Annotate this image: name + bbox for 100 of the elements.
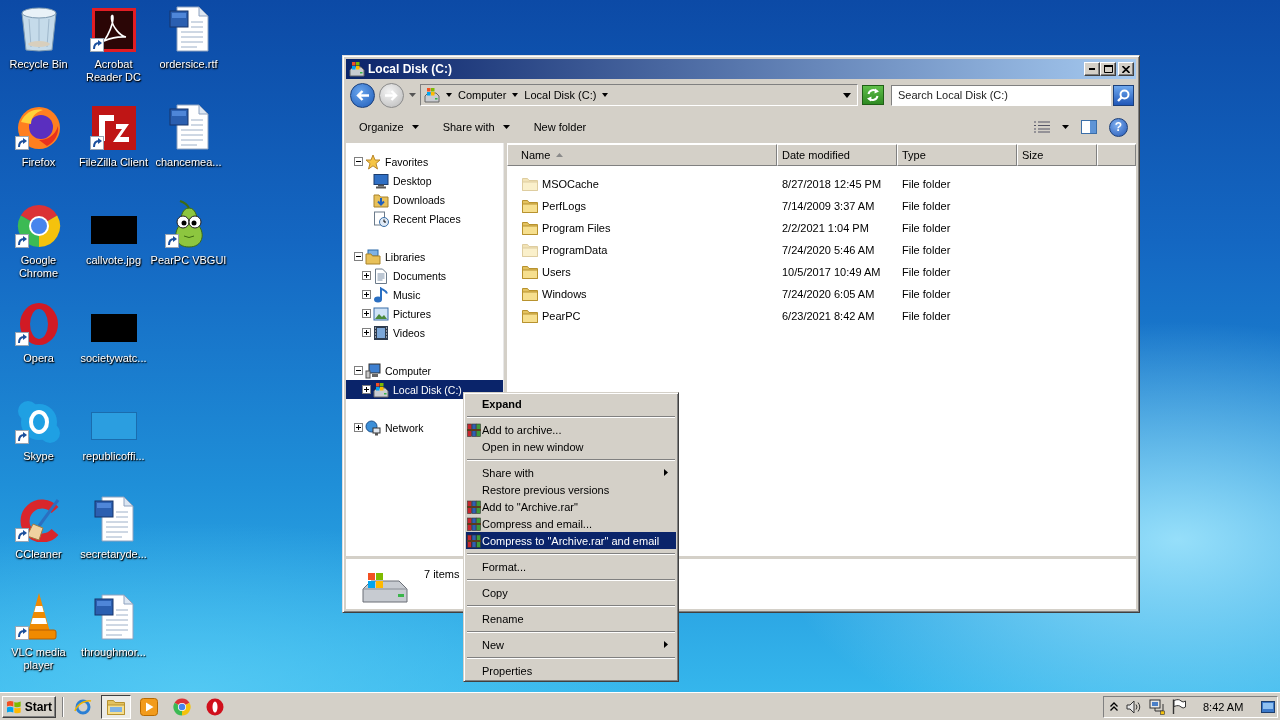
icon-item[interactable]: chancemea... bbox=[150, 102, 227, 169]
column-header[interactable]: Size bbox=[1017, 144, 1097, 166]
network-icon[interactable] bbox=[1149, 698, 1165, 715]
icon-item[interactable]: Skype bbox=[0, 396, 77, 463]
icon-item[interactable]: Opera bbox=[0, 298, 77, 365]
preview-pane-button[interactable] bbox=[1081, 117, 1097, 137]
file-row[interactable]: Windows 7/24/2020 6:05 AM File folder bbox=[507, 283, 1136, 305]
start-button[interactable]: Start bbox=[2, 695, 56, 718]
file-row[interactable]: ProgramData 7/24/2020 5:46 AM File folder bbox=[507, 239, 1136, 261]
file-row[interactable]: Program Files 2/2/2021 1:04 PM File folder bbox=[507, 217, 1136, 239]
breadcrumb[interactable]: Computer bbox=[458, 89, 507, 101]
clock[interactable]: 8:42 AM bbox=[1203, 700, 1244, 713]
search-button[interactable] bbox=[1113, 84, 1134, 106]
close-button[interactable] bbox=[1118, 62, 1134, 76]
tree-item[interactable]: Favorites bbox=[346, 152, 503, 171]
menu-item[interactable]: Copy bbox=[466, 584, 676, 601]
icon-item[interactable]: Recycle Bin bbox=[0, 4, 77, 71]
file-name: Windows bbox=[542, 288, 587, 300]
icon-item[interactable]: republicoffi... bbox=[75, 396, 152, 463]
file-row[interactable]: PearPC 6/23/2021 8:42 AM File folder bbox=[507, 305, 1136, 327]
collapse-toggle[interactable] bbox=[354, 366, 363, 375]
expand-toggle[interactable] bbox=[362, 385, 371, 394]
menu-item[interactable]: Properties bbox=[466, 662, 676, 679]
chevron-up-icon bbox=[1110, 702, 1118, 711]
menu-item[interactable]: Rename bbox=[466, 610, 676, 627]
network-globe-icon bbox=[365, 419, 381, 436]
expand-toggle[interactable] bbox=[362, 309, 371, 318]
expand-toggle[interactable] bbox=[362, 328, 371, 337]
modified-date: 7/14/2009 3:37 AM bbox=[781, 200, 876, 212]
caret-icon bbox=[1062, 125, 1069, 129]
search-field[interactable]: Search Local Disk (C:) bbox=[891, 84, 1111, 106]
menu-item[interactable]: Format... bbox=[466, 558, 676, 575]
maximize-icon bbox=[1103, 65, 1113, 73]
menu-item[interactable]: Compress and email... bbox=[466, 515, 676, 532]
image-thumbnail-icon bbox=[90, 216, 137, 244]
modified-date: 8/27/2018 12:45 PM bbox=[781, 178, 883, 190]
tree-item[interactable]: Recent Places bbox=[346, 209, 503, 228]
expand-toggle[interactable] bbox=[362, 271, 371, 280]
tree-item[interactable]: Videos bbox=[346, 323, 503, 342]
icon-item[interactable]: Acrobat Reader DC bbox=[75, 4, 152, 84]
minimize-icon bbox=[1089, 68, 1095, 70]
breadcrumb-arrow-icon[interactable] bbox=[446, 93, 452, 97]
collapse-toggle[interactable] bbox=[354, 252, 363, 261]
word-document-icon bbox=[168, 6, 209, 52]
toolbar-button[interactable]: New folder bbox=[525, 118, 595, 136]
menu-item[interactable]: Open in new window bbox=[466, 438, 676, 455]
library-folder-icon bbox=[365, 248, 381, 265]
collapse-toggle[interactable] bbox=[354, 157, 363, 166]
flag-icon[interactable] bbox=[1172, 699, 1186, 714]
breadcrumb[interactable]: Local Disk (C:) bbox=[524, 89, 597, 101]
file-row[interactable]: Users 10/5/2017 10:49 AM File folder bbox=[507, 261, 1136, 283]
maximize-button[interactable] bbox=[1100, 62, 1116, 76]
column-header[interactable]: Type bbox=[897, 144, 1017, 166]
browser-logo-icon bbox=[173, 697, 191, 716]
icon-item[interactable]: Firefox bbox=[0, 102, 77, 169]
file-name: MSOCache bbox=[542, 178, 599, 190]
file-name: Program Files bbox=[542, 222, 611, 234]
ring-logo-icon bbox=[206, 697, 224, 716]
speaker-icon[interactable] bbox=[1126, 699, 1142, 714]
icon-item[interactable]: ordersice.rtf bbox=[150, 4, 227, 71]
menu-item[interactable]: New bbox=[466, 636, 676, 653]
file-row[interactable]: MSOCache 8/27/2018 12:45 PM File folder bbox=[507, 173, 1136, 195]
menu-item[interactable]: Share with bbox=[466, 464, 676, 481]
icon-item[interactable]: societywatc... bbox=[75, 298, 152, 365]
icon-item[interactable]: FileZilla Client bbox=[75, 102, 152, 169]
tree-item[interactable]: Desktop bbox=[346, 171, 503, 190]
show-desktop-button[interactable] bbox=[1261, 700, 1275, 713]
back-button[interactable] bbox=[350, 82, 375, 108]
tree-item[interactable]: Computer bbox=[346, 361, 503, 380]
refresh-button[interactable] bbox=[862, 85, 884, 105]
file-type: File folder bbox=[901, 200, 952, 212]
tree-item[interactable]: Music bbox=[346, 285, 503, 304]
icon-item[interactable]: callvote.jpg bbox=[75, 200, 152, 267]
menu-item[interactable]: Compress to "Archive.rar" and email bbox=[466, 532, 676, 549]
address-bar[interactable]: Computer Local Disk (C:) bbox=[420, 84, 858, 106]
tree-item[interactable]: Documents bbox=[346, 266, 503, 285]
toolbar-button[interactable]: Organize bbox=[351, 118, 427, 136]
breadcrumb-arrow-icon[interactable] bbox=[512, 93, 519, 97]
expand-toggle[interactable] bbox=[362, 290, 371, 299]
menu-item[interactable]: Add to archive... bbox=[466, 421, 676, 438]
browser-logo-icon bbox=[16, 204, 61, 248]
expand-toggle[interactable] bbox=[354, 423, 363, 432]
file-row[interactable]: PerfLogs 7/14/2009 3:37 AM File folder bbox=[507, 195, 1136, 217]
breadcrumb-arrow-icon[interactable] bbox=[602, 93, 609, 97]
hard-drive-icon bbox=[349, 61, 365, 77]
taskbar-button[interactable] bbox=[101, 694, 131, 719]
icon-item[interactable]: PearPC VBGUI bbox=[150, 200, 227, 267]
tree-item[interactable]: Pictures bbox=[346, 304, 503, 323]
minimize-button[interactable] bbox=[1084, 62, 1100, 76]
icon-item[interactable]: Google Chrome bbox=[0, 200, 77, 280]
caret-icon bbox=[408, 93, 416, 97]
view-list-icon bbox=[1034, 121, 1050, 133]
menu-item[interactable]: Add to "Archive.rar" bbox=[466, 498, 676, 515]
tree-item[interactable]: Libraries bbox=[346, 247, 503, 266]
toolbar-button[interactable]: Share with bbox=[434, 118, 518, 136]
menu-item[interactable]: Restore previous versions bbox=[466, 481, 676, 498]
column-header[interactable]: Name bbox=[507, 144, 777, 166]
window-title: Local Disk (C:) bbox=[368, 62, 452, 76]
column-header[interactable]: Date modified bbox=[777, 144, 897, 166]
tree-item[interactable]: Downloads bbox=[346, 190, 503, 209]
